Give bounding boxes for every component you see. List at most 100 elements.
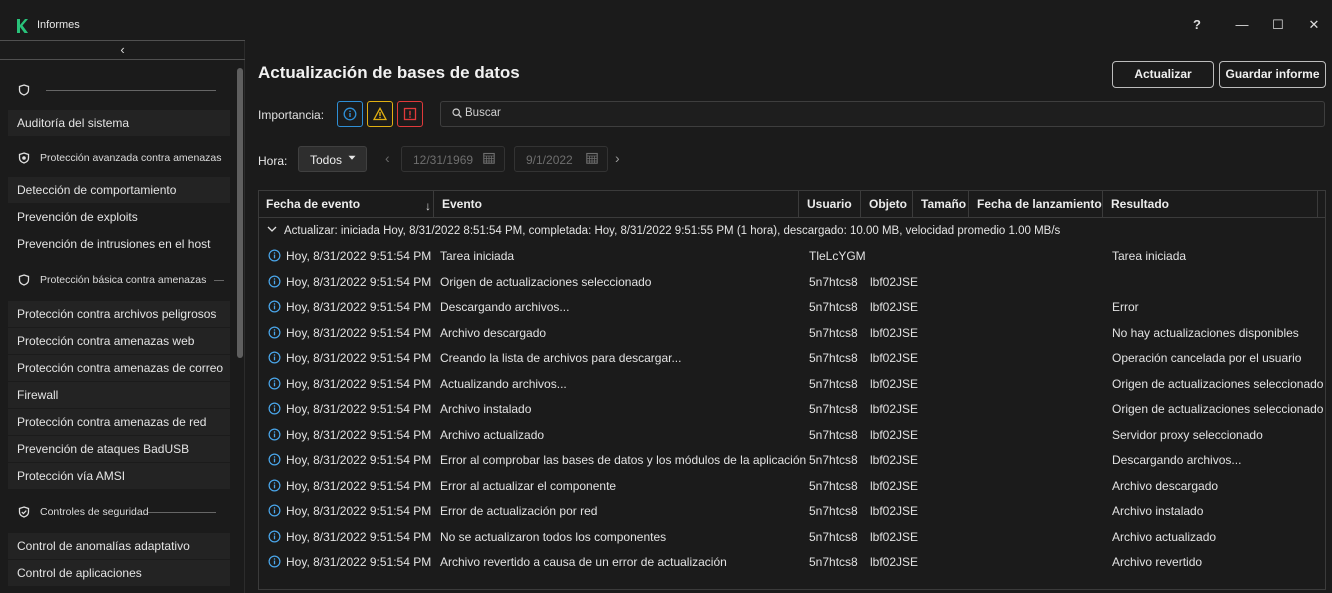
cell-evento: Descargando archivos... <box>440 300 570 314</box>
sidebar-item-prevencion-exploits[interactable]: Prevención de exploits <box>8 204 230 230</box>
info-icon <box>268 300 281 313</box>
sidebar-collapse-button[interactable]: ‹ <box>0 40 245 60</box>
info-icon <box>268 326 281 339</box>
warning-icon <box>373 107 387 121</box>
group-summary-text: Actualizar: iniciada Hoy, 8/31/2022 8:51… <box>284 225 1061 237</box>
sidebar-item-archivos-peligrosos[interactable]: Protección contra archivos peligrosos <box>8 301 230 327</box>
severity-warning-toggle[interactable] <box>367 101 393 127</box>
cell-objeto: lbf02JSE <box>870 326 919 340</box>
cell-resultado: Archivo instalado <box>1112 504 1204 518</box>
column-header-fecha-lanzamiento[interactable]: Fecha de lanzamiento <box>969 190 1103 218</box>
column-header-objeto[interactable]: Objeto <box>861 190 913 218</box>
cell-fecha-evento: Hoy, 8/31/2022 9:51:54 PM <box>286 351 432 365</box>
column-header-evento[interactable]: Evento <box>434 190 799 218</box>
cell-usuario: 5n7htcs8 <box>809 479 858 493</box>
column-header-resultado[interactable]: Resultado <box>1103 190 1318 218</box>
sidebar-item-control-aplicaciones[interactable]: Control de aplicaciones <box>8 560 230 586</box>
cell-objeto: lbf02JSE <box>870 479 919 493</box>
shield-outline-icon <box>18 84 30 96</box>
cell-usuario: 5n7htcs8 <box>809 555 858 569</box>
column-header-tamano[interactable]: Tamaño <box>913 190 969 218</box>
sidebar-item-badusb[interactable]: Prevención de ataques BadUSB <box>8 436 230 462</box>
cell-resultado: Archivo descargado <box>1112 479 1219 493</box>
chevron-down-icon[interactable] <box>267 226 277 232</box>
sidebar-group-label: Controles de seguridad <box>40 506 149 518</box>
info-icon <box>268 377 281 390</box>
sort-descending-icon[interactable]: ↓ <box>425 199 431 213</box>
cell-fecha-evento: Hoy, 8/31/2022 9:51:54 PM <box>286 504 432 518</box>
sidebar-group-header[interactable]: Protección básica contra amenazas <box>8 265 230 295</box>
time-label: Hora: <box>258 154 288 168</box>
shield-gear-icon <box>18 152 30 164</box>
cell-evento: Error al actualizar el componente <box>440 479 617 493</box>
info-icon <box>268 530 281 543</box>
cell-usuario: 5n7htcs8 <box>809 326 858 340</box>
previous-date-button[interactable]: ‹ <box>385 150 390 166</box>
shield-check-icon <box>18 506 30 518</box>
search-icon <box>452 108 462 118</box>
app-logo-icon <box>17 19 28 33</box>
sidebar-group-header[interactable]: Controles de seguridad <box>8 497 230 527</box>
sidebar-item-amenazas-web[interactable]: Protección contra amenazas web <box>8 328 230 354</box>
cell-usuario: 5n7htcs8 <box>809 504 858 518</box>
minimize-button[interactable]: — <box>1230 14 1254 36</box>
cell-evento: Archivo revertido a causa de un error de… <box>440 555 727 569</box>
column-header-usuario[interactable]: Usuario <box>799 190 861 218</box>
update-button[interactable]: Actualizar <box>1112 61 1214 88</box>
severity-info-toggle[interactable] <box>337 101 363 127</box>
cell-usuario: 5n7htcs8 <box>809 275 858 289</box>
sidebar-item-auditoria[interactable]: Auditoría del sistema <box>8 110 230 136</box>
cell-fecha-evento: Hoy, 8/31/2022 9:51:54 PM <box>286 453 432 467</box>
info-icon <box>268 428 281 441</box>
sidebar-item-amsi[interactable]: Protección vía AMSI <box>8 463 230 489</box>
calendar-icon[interactable] <box>483 152 495 164</box>
info-icon <box>343 107 357 121</box>
sidebar-group-header[interactable]: Protección avanzada contra amenazas <box>8 143 230 173</box>
cell-objeto: lbf02JSE <box>870 300 919 314</box>
table-header: Fecha de evento Evento Usuario Objeto Ta… <box>258 190 1326 218</box>
cell-objeto: lbf02JSE <box>870 402 919 416</box>
cell-objeto: lbf02JSE <box>870 275 919 289</box>
search-placeholder: Buscar <box>465 107 501 119</box>
column-header-fecha-evento[interactable]: Fecha de evento <box>258 190 434 218</box>
cell-objeto: lbf02JSE <box>870 377 919 391</box>
cell-resultado: No hay actualizaciones disponibles <box>1112 326 1299 340</box>
sidebar-group-label: Protección avanzada contra amenazas <box>40 152 222 164</box>
cell-objeto: lbf02JSE <box>870 530 919 544</box>
cell-objeto: lbf02JSE <box>870 453 919 467</box>
calendar-icon[interactable] <box>586 152 598 164</box>
sidebar-item-amenazas-red[interactable]: Protección contra amenazas de red <box>8 409 230 435</box>
cell-fecha-evento: Hoy, 8/31/2022 9:51:54 PM <box>286 402 432 416</box>
info-icon <box>268 275 281 288</box>
cell-fecha-evento: Hoy, 8/31/2022 9:51:54 PM <box>286 326 432 340</box>
search-input[interactable] <box>440 101 1325 127</box>
cell-resultado: Archivo revertido <box>1112 555 1203 569</box>
cell-usuario: 5n7htcs8 <box>809 300 858 314</box>
cell-evento: Actualizando archivos... <box>440 377 567 391</box>
sidebar-group-header[interactable] <box>8 75 230 105</box>
sidebar-item-anomalias-adaptativo[interactable]: Control de anomalías adaptativo <box>8 533 230 559</box>
cell-objeto: lbf02JSE <box>870 351 919 365</box>
cell-fecha-evento: Hoy, 8/31/2022 9:51:54 PM <box>286 275 432 289</box>
close-button[interactable]: ✕ <box>1302 14 1326 36</box>
help-button[interactable]: ? <box>1185 14 1209 36</box>
info-icon <box>268 249 281 262</box>
sidebar-item-amenazas-correo[interactable]: Protección contra amenazas de correo <box>8 355 230 381</box>
cell-resultado: Servidor proxy seleccionado <box>1112 428 1263 442</box>
severity-critical-toggle[interactable] <box>397 101 423 127</box>
sidebar-item-deteccion-comportamiento[interactable]: Detección de comportamiento <box>8 177 230 203</box>
cell-usuario: 5n7htcs8 <box>809 377 858 391</box>
info-icon <box>268 351 281 364</box>
sidebar-scrollbar[interactable] <box>237 68 243 358</box>
cell-fecha-evento: Hoy, 8/31/2022 9:51:54 PM <box>286 377 432 391</box>
sidebar-item-firewall[interactable]: Firewall <box>8 382 230 408</box>
cell-evento: Archivo descargado <box>440 326 547 340</box>
info-icon <box>268 402 281 415</box>
maximize-button[interactable]: ☐ <box>1266 14 1290 36</box>
cell-evento: Error de actualización por red <box>440 504 598 518</box>
next-date-button[interactable]: › <box>615 150 620 166</box>
cell-resultado: Origen de actualizaciones seleccionado <box>1112 377 1324 391</box>
save-report-button[interactable]: Guardar informe <box>1219 61 1326 88</box>
cell-fecha-evento: Hoy, 8/31/2022 9:51:54 PM <box>286 479 432 493</box>
sidebar-item-prevencion-intrusiones[interactable]: Prevención de intrusiones en el host <box>8 231 230 257</box>
